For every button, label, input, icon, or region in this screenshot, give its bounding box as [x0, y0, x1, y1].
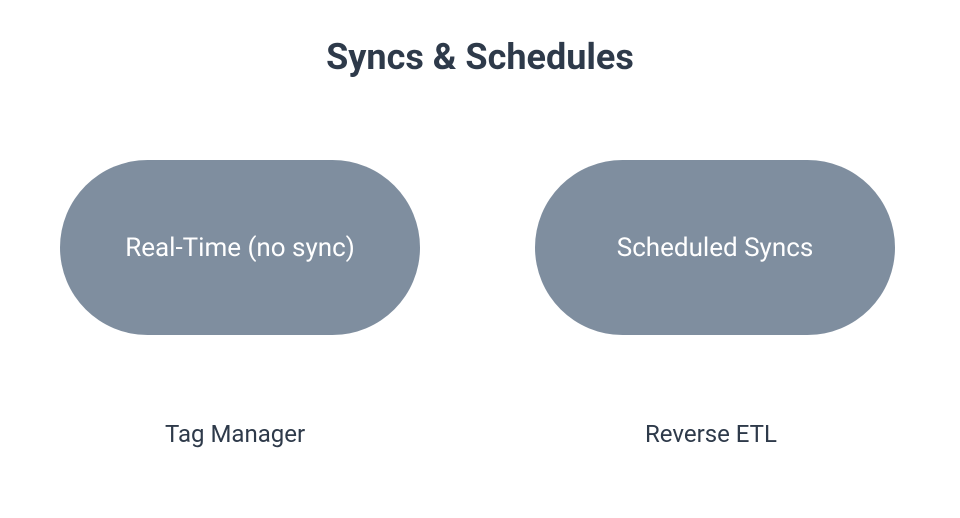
pill-real-time-label: Real-Time (no sync): [125, 233, 355, 263]
caption-reverse-etl: Reverse ETL: [645, 420, 777, 448]
diagram-title: Syncs & Schedules: [0, 36, 960, 78]
pill-real-time: Real-Time (no sync): [60, 160, 420, 335]
caption-tag-manager: Tag Manager: [165, 420, 305, 448]
pill-scheduled-syncs: Scheduled Syncs: [535, 160, 895, 335]
pill-scheduled-syncs-label: Scheduled Syncs: [617, 233, 814, 263]
